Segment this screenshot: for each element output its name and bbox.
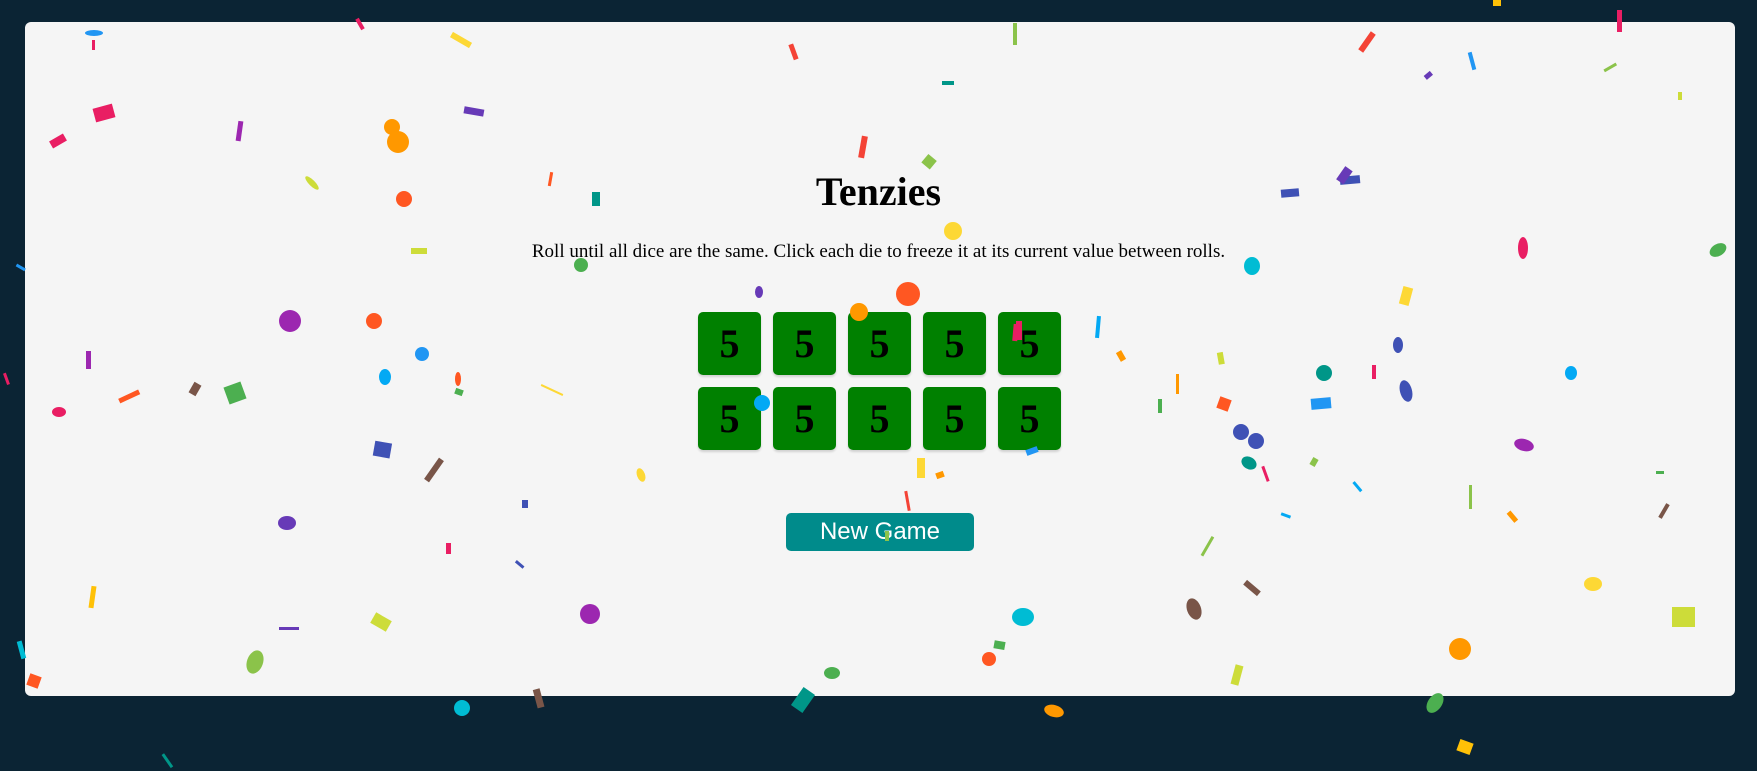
die-7[interactable]: 5 xyxy=(773,387,836,450)
page-title: Tenzies xyxy=(815,169,942,214)
page: Tenzies Roll until all dice are the same… xyxy=(0,0,1757,771)
die-5[interactable]: 5 xyxy=(998,312,1061,375)
die-1[interactable]: 5 xyxy=(698,312,761,375)
die-3[interactable]: 5 xyxy=(848,312,911,375)
die-8[interactable]: 5 xyxy=(848,387,911,450)
die-4[interactable]: 5 xyxy=(923,312,986,375)
instructions-text: Roll until all dice are the same. Click … xyxy=(531,241,1226,262)
die-6[interactable]: 5 xyxy=(698,387,761,450)
dice-grid: 5 5 5 5 5 5 5 5 5 5 xyxy=(698,312,1061,450)
die-2[interactable]: 5 xyxy=(773,312,836,375)
die-10[interactable]: 5 xyxy=(998,387,1061,450)
die-9[interactable]: 5 xyxy=(923,387,986,450)
new-game-button[interactable]: New Game xyxy=(786,513,974,551)
